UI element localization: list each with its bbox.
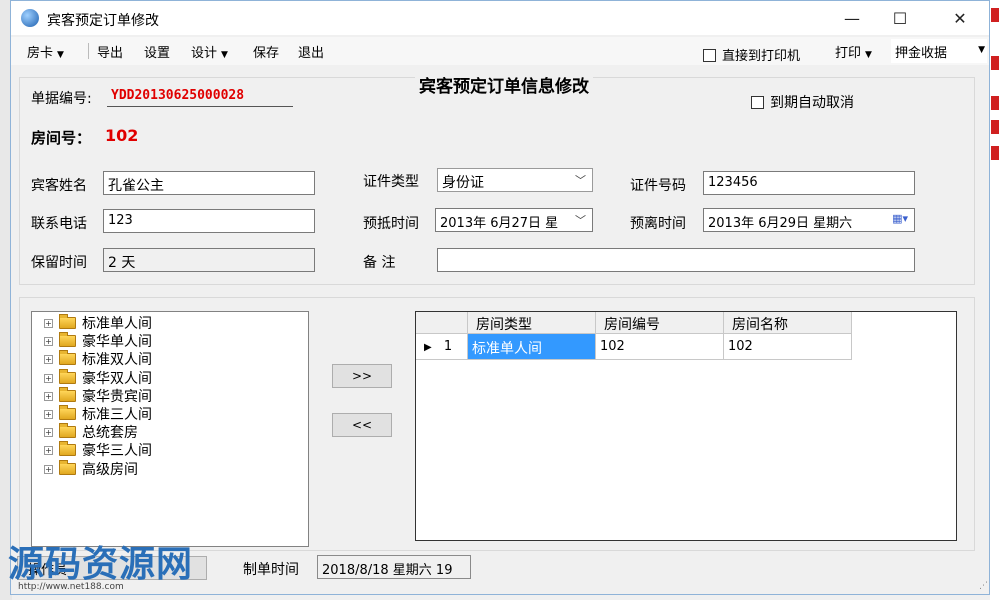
- remark-label: 备 注: [363, 255, 396, 271]
- tree-item[interactable]: + 豪华三人间: [44, 441, 152, 459]
- folder-icon: [59, 314, 76, 329]
- folder-icon: [59, 441, 76, 456]
- column-header-room-type[interactable]: 房间类型: [468, 312, 596, 334]
- folder-icon: [59, 460, 76, 475]
- id-type-label: 证件类型: [363, 174, 419, 190]
- current-row-icon: ▶: [424, 342, 432, 353]
- design-menu[interactable]: 设计 ▼: [191, 42, 228, 61]
- tree-item[interactable]: + 高级房间: [44, 460, 138, 478]
- expand-icon[interactable]: +: [44, 336, 53, 346]
- watermark-url: http://www.net188.com: [18, 582, 124, 592]
- room-card-menu[interactable]: 房卡 ▼: [27, 42, 64, 61]
- caret-down-icon: ▼: [978, 45, 985, 55]
- exit-button[interactable]: 退出: [298, 42, 324, 61]
- created-time-label: 制单时间: [243, 562, 299, 578]
- column-header-room-no[interactable]: 房间编号: [596, 312, 724, 334]
- folder-icon: [59, 387, 76, 402]
- tree-item[interactable]: + 豪华单人间: [44, 332, 152, 350]
- app-icon: [21, 9, 39, 27]
- tree-item[interactable]: + 标准双人间: [44, 350, 152, 368]
- auto-cancel-checkbox[interactable]: [751, 96, 764, 109]
- direct-print-checkbox[interactable]: [703, 49, 716, 62]
- room-type-tree[interactable]: + 标准单人间 + 豪华单人间 + 标准双人间 + 豪华双人间 + 豪华贵宾间 + 标准三人…: [31, 311, 309, 547]
- chevron-down-icon: ﹀: [573, 212, 586, 228]
- caret-down-icon: ▼: [865, 50, 872, 60]
- departure-date-picker[interactable]: 2013年 6月29日 星期六 ▦▾: [703, 208, 915, 232]
- expand-icon[interactable]: +: [44, 373, 53, 383]
- window-title: 宾客预定订单修改: [47, 13, 159, 29]
- retain-days-input[interactable]: 2 天: [103, 248, 315, 272]
- save-button[interactable]: 保存: [253, 42, 279, 61]
- room-no-value: 102: [105, 126, 139, 145]
- phone-label: 联系电话: [31, 216, 87, 232]
- deposit-receipt-select[interactable]: 押金收据 ▼: [891, 39, 987, 63]
- background-app-right: [990, 0, 1000, 600]
- direct-print-toggle[interactable]: 直接到打印机: [703, 45, 800, 64]
- auto-cancel-toggle[interactable]: 到期自动取消: [751, 92, 854, 112]
- remove-room-button[interactable]: <<: [332, 413, 392, 437]
- guest-name-label: 宾客姓名: [31, 178, 87, 194]
- title-bar: 宾客预定订单修改 — ☐ ✕: [11, 1, 989, 35]
- folder-icon: [59, 350, 76, 365]
- tree-item[interactable]: + 标准三人间: [44, 405, 152, 423]
- caret-down-icon: ▼: [57, 50, 64, 60]
- resize-grip-icon[interactable]: ⋰: [979, 581, 988, 591]
- expand-icon[interactable]: +: [44, 464, 53, 474]
- retain-label: 保留时间: [31, 255, 87, 271]
- order-edit-window: 宾客预定订单修改 — ☐ ✕ 房卡 ▼ 导出 设置 设计 ▼ 保存 退出 直接到打印…: [10, 0, 990, 595]
- guest-name-input[interactable]: 孔雀公主: [103, 171, 315, 195]
- expand-icon[interactable]: +: [44, 427, 53, 437]
- row-header[interactable]: ▶ 1: [416, 334, 468, 360]
- room-no-label: 房间号：: [31, 129, 92, 147]
- order-no-label: 单据编号:: [31, 91, 92, 107]
- id-no-input[interactable]: 123456: [703, 171, 915, 195]
- caret-down-icon: ▼: [221, 50, 228, 60]
- minimize-button[interactable]: —: [829, 5, 875, 31]
- form-heading: 宾客预定订单信息修改: [415, 72, 593, 97]
- departure-label: 预离时间: [630, 216, 686, 232]
- arrival-label: 预抵时间: [363, 216, 419, 232]
- table-cell[interactable]: 102: [724, 334, 852, 360]
- calendar-icon[interactable]: ▦▾: [892, 212, 908, 225]
- chevron-down-icon: ﹀: [575, 174, 586, 187]
- tree-item[interactable]: + 标准单人间: [44, 314, 152, 332]
- export-button[interactable]: 导出: [97, 42, 123, 61]
- folder-icon: [59, 423, 76, 438]
- order-no-value: YDD20130625000028: [107, 87, 293, 107]
- table-cell[interactable]: 102: [596, 334, 724, 360]
- settings-button[interactable]: 设置: [144, 42, 170, 61]
- toolbar: 房卡 ▼ 导出 设置 设计 ▼ 保存 退出 直接到打印机 打印 ▼ 押金收据 ▼: [11, 37, 989, 65]
- tree-item[interactable]: + 总统套房: [44, 423, 138, 441]
- tree-item[interactable]: + 豪华双人间: [44, 369, 152, 387]
- folder-icon: [59, 332, 76, 347]
- maximize-button[interactable]: ☐: [877, 5, 923, 31]
- phone-input[interactable]: 123: [103, 209, 315, 233]
- expand-icon[interactable]: +: [44, 318, 53, 328]
- expand-icon[interactable]: +: [44, 354, 53, 364]
- close-button[interactable]: ✕: [937, 5, 983, 31]
- folder-icon: [59, 405, 76, 420]
- expand-icon[interactable]: +: [44, 445, 53, 455]
- watermark-logo: 源码资源网: [8, 544, 194, 585]
- remark-input[interactable]: [437, 248, 915, 272]
- print-menu[interactable]: 打印 ▼: [835, 42, 872, 61]
- column-header-room-name[interactable]: 房间名称: [724, 312, 852, 334]
- table-cell[interactable]: 标准单人间: [468, 334, 596, 360]
- expand-icon[interactable]: +: [44, 409, 53, 419]
- id-type-select[interactable]: 身份证 ﹀: [437, 168, 593, 192]
- created-time-value: 2018/8/18 星期六 19: [317, 555, 471, 579]
- expand-icon[interactable]: +: [44, 391, 53, 401]
- tree-item[interactable]: + 豪华贵宾间: [44, 387, 152, 405]
- row-header-corner: [416, 312, 468, 334]
- id-no-label: 证件号码: [630, 178, 686, 194]
- add-room-button[interactable]: >>: [332, 364, 392, 388]
- selected-rooms-grid[interactable]: 房间类型 房间编号 房间名称 ▶ 1 标准单人间 102 102: [415, 311, 957, 541]
- arrival-date-picker[interactable]: 2013年 6月27日 星 ﹀: [435, 208, 593, 232]
- folder-icon: [59, 369, 76, 384]
